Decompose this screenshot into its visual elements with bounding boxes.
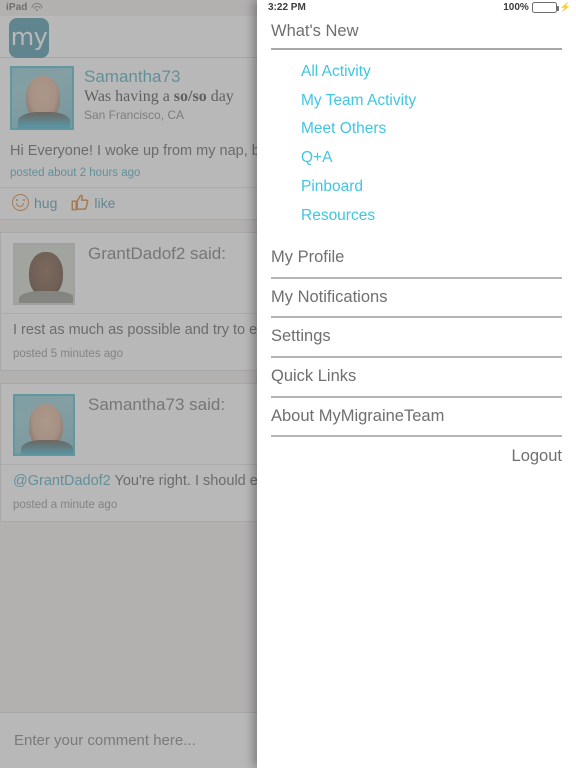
menu-item-about[interactable]: About MyMigraineTeam (271, 398, 562, 438)
menu-item-pinboard[interactable]: Pinboard (271, 173, 562, 202)
menu-section-label: What's New (271, 22, 359, 40)
menu-sub-items: All Activity My Team Activity Meet Other… (257, 50, 576, 239)
menu-item-label: My Profile (271, 248, 345, 267)
wifi-icon (31, 3, 43, 12)
menu-item-label: Quick Links (271, 367, 357, 385)
menu-list: What's New All Activity My Team Activity… (257, 0, 576, 466)
slide-out-menu-panel: What's New All Activity My Team Activity… (257, 0, 576, 768)
menu-item-my-profile[interactable]: My Profile (271, 239, 562, 279)
menu-item-my-team-activity[interactable]: My Team Activity (271, 87, 562, 116)
menu-item-q-and-a[interactable]: Q+A (271, 144, 562, 173)
menu-item-meet-others[interactable]: Meet Others (271, 115, 562, 144)
menu-item-label: Settings (271, 327, 331, 346)
menu-item-quick-links[interactable]: Quick Links (271, 358, 562, 398)
menu-section-whats-new[interactable]: What's New (271, 16, 562, 50)
status-bar-right: 100% ⚡ (503, 2, 571, 13)
menu-item-label: About MyMigraineTeam (271, 406, 445, 425)
menu-item-resources[interactable]: Resources (271, 202, 562, 231)
status-bar-time: 3:22 PM (268, 2, 306, 13)
status-bar-left: iPad (6, 2, 43, 13)
battery-full-icon (531, 2, 559, 13)
menu-item-settings[interactable]: Settings (271, 318, 562, 358)
logout-button[interactable]: Logout (512, 447, 562, 466)
battery-percent-label: 100% (503, 2, 529, 13)
menu-item-label: My Notifications (271, 287, 388, 306)
logout-row: Logout (271, 437, 562, 466)
status-bar: iPad 3:22 PM 100% ⚡ (0, 0, 576, 16)
menu-item-my-notifications[interactable]: My Notifications (271, 279, 562, 319)
lightning-bolt-icon: ⚡ (559, 2, 571, 12)
device-label: iPad (6, 2, 28, 13)
menu-item-all-activity[interactable]: All Activity (271, 58, 562, 87)
